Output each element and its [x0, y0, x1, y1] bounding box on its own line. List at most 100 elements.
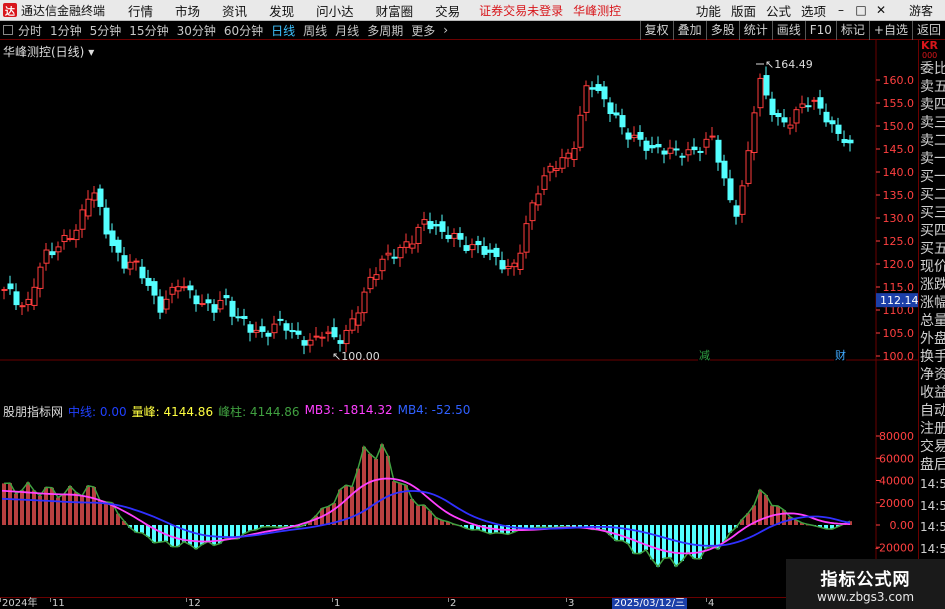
sidebar-item-16[interactable]: 换手 — [919, 348, 945, 366]
menu-item-layout[interactable]: 版面 — [731, 1, 756, 20]
candle-body — [379, 258, 386, 272]
menu-item-ask[interactable]: 问小达 — [316, 1, 354, 20]
time-axis-tick — [50, 598, 51, 602]
period-tab-6[interactable]: 日线 — [271, 22, 295, 39]
tool-button-2[interactable]: 多股 — [705, 20, 739, 40]
tool-button-8[interactable]: 返回 — [911, 20, 945, 40]
tool-button-7[interactable]: +自选 — [868, 20, 912, 40]
sidebar-time-2: 14:56 — [920, 520, 945, 534]
trade-login-notice[interactable]: 证券交易未登录 — [479, 2, 563, 19]
period-tab-4[interactable]: 30分钟 — [177, 22, 216, 39]
sidebar-item-0[interactable]: 委比 — [919, 60, 945, 78]
candle-body — [193, 295, 200, 305]
candle-body — [367, 276, 374, 290]
candle-body — [811, 99, 818, 102]
period-tab-3[interactable]: 15分钟 — [129, 22, 168, 39]
sidebar-item-15[interactable]: 外盘 — [919, 330, 945, 348]
indicator-legend-item-1: 量峰: 4144.86 — [131, 405, 214, 419]
sidebar-item-3[interactable]: 卖三 — [919, 114, 945, 132]
histogram-bar — [626, 525, 630, 544]
sidebar-item-20[interactable]: 注册 — [919, 420, 945, 438]
chart-area[interactable]: 160.0 155.0 150.0 145.0 140.0 135.0 130.0 125.0… — [0, 40, 919, 600]
period-tab-0[interactable]: 分时 — [18, 22, 42, 39]
period-tab-8[interactable]: 月线 — [335, 22, 359, 39]
candle-body — [583, 85, 590, 113]
chevron-down-icon[interactable]: ▾ — [88, 45, 94, 59]
tool-button-6[interactable]: 标记 — [835, 20, 869, 40]
histogram-bar — [20, 490, 24, 525]
sidebar-item-11[interactable]: 现价 — [919, 258, 945, 276]
tool-button-4[interactable]: 画线 — [771, 20, 805, 40]
sidebar-item-10[interactable]: 买五 — [919, 240, 945, 258]
sidebar-item-14[interactable]: 总量 — [919, 312, 945, 330]
period-tab-2[interactable]: 5分钟 — [90, 22, 122, 39]
candle-body — [553, 168, 560, 171]
menu-item-market[interactable]: 市场 — [175, 1, 200, 20]
period-tab-10[interactable]: 更多 — [411, 22, 435, 39]
low-marker-label: ↖100.00 — [332, 350, 380, 363]
maximize-icon[interactable]: □ — [853, 3, 869, 17]
sidebar-item-21[interactable]: 交易 — [919, 438, 945, 456]
sidebar-item-9[interactable]: 买四 — [919, 222, 945, 240]
sidebar-item-1[interactable]: 卖五 — [919, 78, 945, 96]
candle-body — [565, 152, 572, 159]
time-axis-label-4: 2 — [450, 598, 457, 609]
high-marker-label: ↖164.49 — [765, 58, 813, 71]
period-tab-1[interactable]: 1分钟 — [50, 22, 82, 39]
menu-item-options[interactable]: 选项 — [801, 1, 826, 20]
sidebar-item-6[interactable]: 买一 — [919, 168, 945, 186]
candle-body — [505, 265, 512, 270]
candle-body — [655, 143, 662, 148]
candle-body — [445, 234, 452, 239]
chevron-right-icon[interactable]: › — [443, 23, 448, 37]
candle-body — [625, 132, 632, 140]
tool-button-5[interactable]: F10 — [804, 20, 836, 40]
candle-body — [421, 219, 428, 225]
tool-button-0[interactable]: 复权 — [639, 20, 673, 40]
period-tab-9[interactable]: 多周期 — [367, 22, 403, 39]
sidebar-item-12[interactable]: 涨跌 — [919, 276, 945, 294]
candle-body — [241, 315, 248, 319]
toolbar-toggle-icon[interactable] — [3, 25, 13, 35]
sidebar-item-7[interactable]: 买二 — [919, 186, 945, 204]
sidebar-item-19[interactable]: 自动 — [919, 402, 945, 420]
period-tab-7[interactable]: 周线 — [303, 22, 327, 39]
minimize-icon[interactable]: – — [833, 3, 849, 17]
sidebar-item-18[interactable]: 收益 — [919, 384, 945, 402]
event-badge-0: 减 — [699, 349, 710, 362]
candle-body — [259, 326, 266, 332]
candle-body — [637, 132, 644, 140]
menu-item-formula[interactable]: 公式 — [766, 1, 791, 20]
sidebar-item-17[interactable]: 净资 — [919, 366, 945, 384]
sidebar-item-5[interactable]: 卖一 — [919, 150, 945, 168]
current-price-label: 112.14 — [880, 294, 918, 307]
sidebar-item-2[interactable]: 卖四 — [919, 96, 945, 114]
histogram-bar — [68, 485, 72, 525]
sidebar-item-22[interactable]: 盘后 — [919, 456, 945, 474]
sidebar-item-13[interactable]: 涨幅 — [919, 294, 945, 312]
menu-bar: 达 通达信金融终端 行情 市场 资讯 发现 问小达 财富圈 交易 证券交易未登录… — [0, 0, 945, 21]
candle-body — [763, 75, 770, 96]
time-axis-label-6: 2025/03/12/三 — [612, 598, 688, 609]
candle-body — [799, 103, 806, 108]
menu-item-wealth-circle[interactable]: 财富圈 — [376, 1, 414, 20]
candle-body — [343, 329, 350, 345]
tool-button-3[interactable]: 统计 — [738, 20, 772, 40]
candle-body — [103, 207, 110, 235]
candle-body — [547, 165, 554, 173]
guest-user[interactable]: 游客 — [909, 2, 933, 19]
menu-item-function[interactable]: 功能 — [696, 1, 721, 20]
sidebar-item-4[interactable]: 卖二 — [919, 132, 945, 150]
candle-body — [805, 105, 812, 108]
period-tab-5[interactable]: 60分钟 — [224, 22, 263, 39]
tool-button-1[interactable]: 叠加 — [672, 20, 706, 40]
chart-canvas[interactable]: 160.0 155.0 150.0 145.0 140.0 135.0 130.0 125.0… — [0, 40, 919, 597]
candle-body — [457, 233, 464, 240]
menu-item-trade[interactable]: 交易 — [435, 1, 460, 20]
menu-item-discover[interactable]: 发现 — [269, 1, 294, 20]
close-icon[interactable]: ✕ — [873, 3, 889, 17]
sidebar-item-8[interactable]: 买三 — [919, 204, 945, 222]
menu-item-news[interactable]: 资讯 — [222, 1, 247, 20]
menu-item-quotes[interactable]: 行情 — [128, 1, 153, 20]
indicator-name[interactable]: 股朋指标网 — [3, 403, 63, 420]
